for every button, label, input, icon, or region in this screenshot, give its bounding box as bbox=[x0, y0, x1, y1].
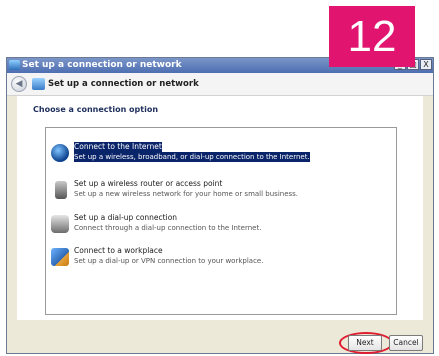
page-title: Set up a connection or network bbox=[48, 79, 199, 89]
step-number-badge: 12 bbox=[329, 6, 415, 67]
option-workplace[interactable]: Connect to a workplace Set up a dial-up … bbox=[48, 245, 394, 268]
section-heading: Choose a connection option bbox=[33, 105, 159, 114]
cancel-button[interactable]: Cancel bbox=[389, 335, 423, 351]
option-title: Connect to the Internet bbox=[74, 142, 162, 152]
wizard-content: Choose a connection option Connect to th… bbox=[17, 96, 423, 320]
network-icon bbox=[32, 78, 45, 90]
connection-options-list: Connect to the Internet Set up a wireles… bbox=[45, 127, 397, 315]
next-button[interactable]: Next bbox=[348, 335, 382, 351]
option-connect-internet[interactable]: Connect to the Internet Set up a wireles… bbox=[48, 141, 394, 164]
phone-icon bbox=[51, 215, 69, 233]
option-description: Connect through a dial-up connection to … bbox=[74, 224, 262, 232]
connection-wizard-window: Set up a connection or network _ □ X ◀ S… bbox=[6, 57, 434, 354]
option-description: Set up a new wireless network for your h… bbox=[74, 190, 299, 198]
close-button[interactable]: X bbox=[420, 59, 432, 70]
option-wireless-router[interactable]: Set up a wireless router or access point… bbox=[48, 178, 394, 201]
globe-icon bbox=[51, 144, 69, 162]
window-title: Set up a connection or network bbox=[22, 60, 182, 70]
wizard-footer: Next Cancel bbox=[7, 329, 433, 354]
option-description: Set up a dial-up or VPN connection to yo… bbox=[74, 257, 264, 265]
option-description: Set up a wireless, broadband, or dial-up… bbox=[74, 152, 310, 162]
option-title: Set up a wireless router or access point bbox=[74, 179, 223, 188]
back-button[interactable]: ◀ bbox=[11, 76, 27, 92]
option-title: Connect to a workplace bbox=[74, 246, 163, 255]
navigation-bar: ◀ Set up a connection or network bbox=[7, 73, 433, 96]
workplace-icon bbox=[51, 248, 69, 266]
back-arrow-icon: ◀ bbox=[15, 79, 23, 89]
option-dial-up[interactable]: Set up a dial-up connection Connect thro… bbox=[48, 212, 394, 235]
router-icon bbox=[55, 181, 67, 199]
option-title: Set up a dial-up connection bbox=[74, 213, 178, 222]
network-icon bbox=[9, 60, 20, 70]
